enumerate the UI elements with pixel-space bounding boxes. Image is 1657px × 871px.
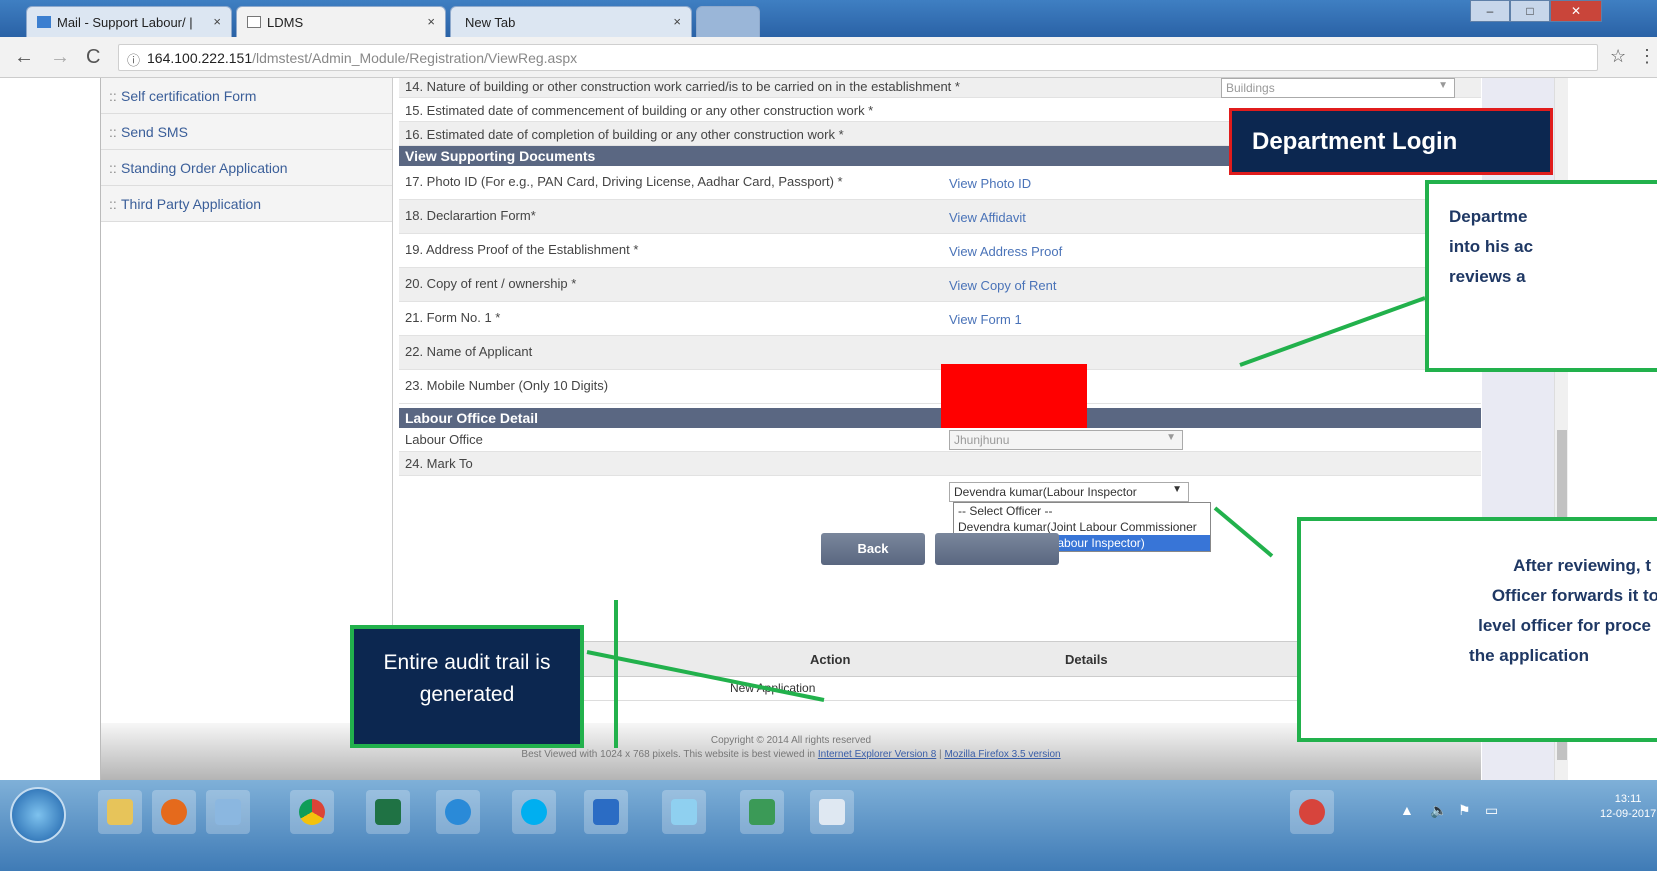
system-clock[interactable]: 13:11 12-09-2017 <box>1600 792 1656 822</box>
internet-explorer-icon[interactable] <box>436 790 480 834</box>
media-player-icon[interactable] <box>152 790 196 834</box>
tray-app-icon[interactable] <box>1290 790 1334 834</box>
network-icon[interactable] <box>740 790 784 834</box>
flag-icon[interactable]: ⚑ <box>1458 802 1471 819</box>
notepad-icon[interactable] <box>810 790 854 834</box>
network-tray-icon[interactable]: ▭ <box>1485 802 1498 819</box>
clock-date: 12-09-2017 <box>1600 808 1657 820</box>
file-explorer-icon[interactable] <box>98 790 142 834</box>
volume-icon[interactable]: 🔈 <box>1430 802 1447 819</box>
arrow-line-forward <box>1213 506 1274 558</box>
clock-time: 13:11 <box>1614 793 1642 805</box>
snipping-tool-icon[interactable] <box>662 790 706 834</box>
meeting-icon[interactable] <box>584 790 628 834</box>
tray-up-arrow-icon[interactable]: ▲ <box>1400 802 1414 818</box>
chrome-icon[interactable] <box>290 790 334 834</box>
arrow-line-review <box>1239 296 1426 367</box>
skype-icon[interactable] <box>512 790 556 834</box>
paint-icon[interactable] <box>206 790 250 834</box>
start-button[interactable] <box>10 787 66 843</box>
excel-icon[interactable] <box>366 790 410 834</box>
windows-taskbar: ▲ 🔈 ⚑ ▭ 13:11 12-09-2017 <box>0 780 1657 871</box>
arrow-line-audit <box>586 650 825 702</box>
annotation-arrows <box>586 296 1426 748</box>
